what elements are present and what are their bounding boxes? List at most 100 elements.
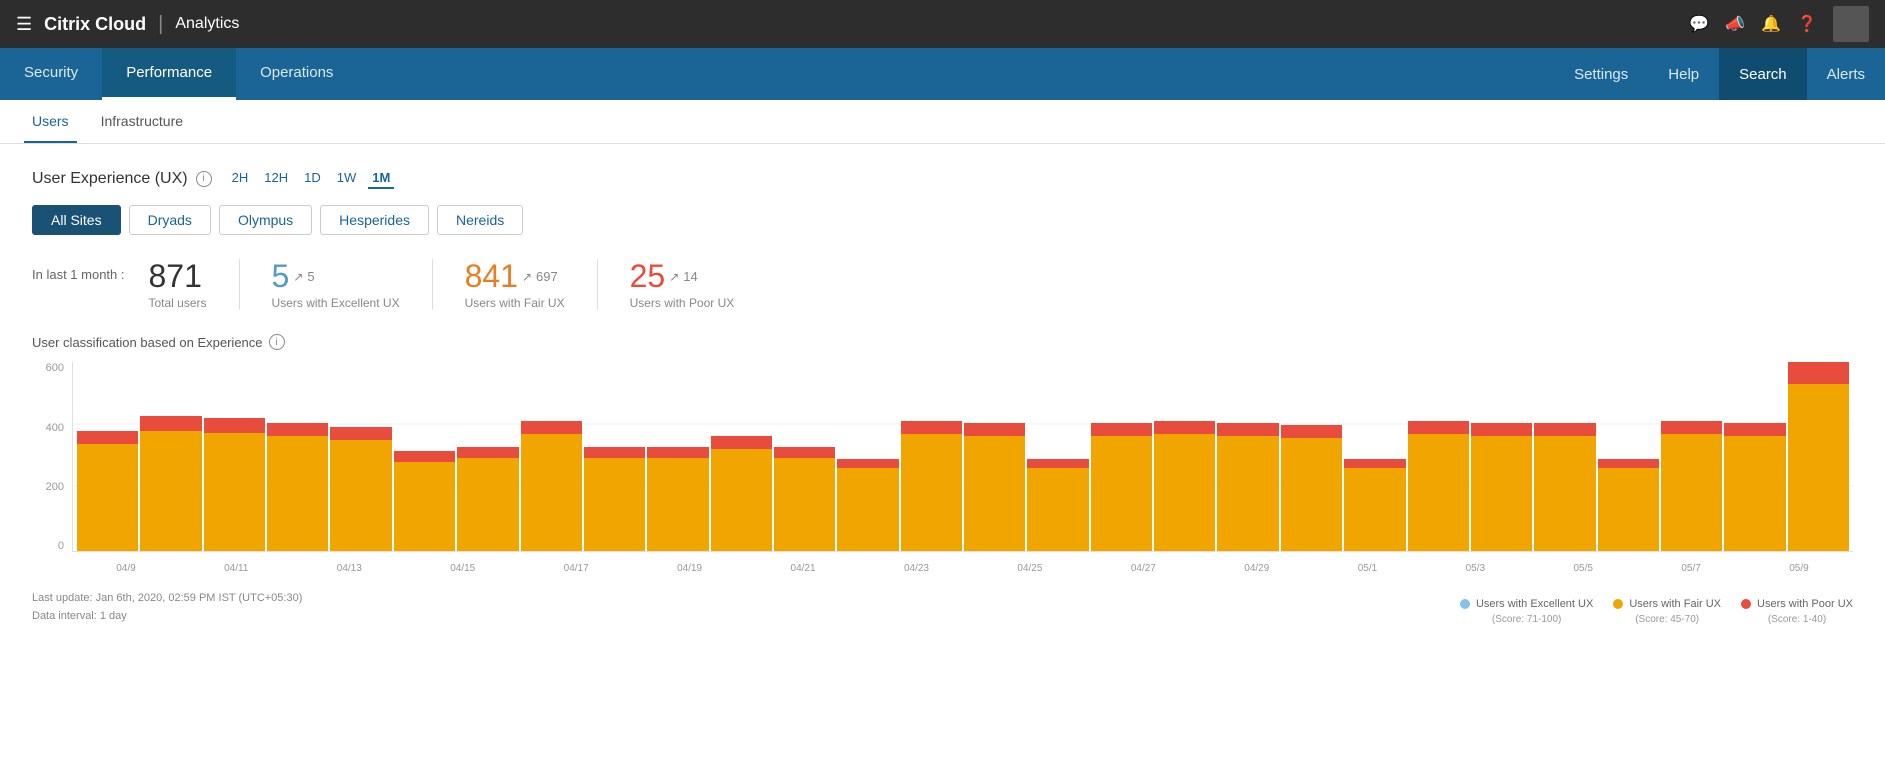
fair-label: Users with Fair UX	[465, 296, 565, 310]
bar-group-8	[584, 362, 645, 551]
legend: Users with Excellent UX (Score: 71-100) …	[1460, 598, 1853, 625]
help-icon[interactable]: ❓	[1797, 14, 1817, 34]
bar-group-23	[1534, 362, 1595, 551]
time-filter-12h[interactable]: 12H	[260, 168, 292, 189]
site-btn-olympus[interactable]: Olympus	[219, 205, 312, 235]
bell-icon[interactable]: 🔔	[1761, 14, 1781, 34]
time-filter-1m[interactable]: 1M	[368, 168, 394, 189]
top-bar: ☰ Citrix Cloud | Analytics 💬 📣 🔔 ❓	[0, 0, 1885, 48]
legend-excellent: Users with Excellent UX (Score: 71-100)	[1460, 598, 1593, 625]
y-label-400: 400	[46, 422, 64, 434]
bar-group-18	[1217, 362, 1278, 551]
legend-dot-poor	[1741, 599, 1751, 609]
poor-label: Users with Poor UX	[630, 296, 735, 310]
bar-group-13	[901, 362, 962, 551]
excellent-count: 5	[272, 259, 290, 294]
time-filter-1d[interactable]: 1D	[300, 168, 325, 189]
bar-group-15	[1027, 362, 1088, 551]
stat-excellent: 5 ↗ 5 Users with Excellent UX	[239, 259, 432, 310]
user-avatar[interactable]	[1833, 6, 1869, 42]
time-filter-2h[interactable]: 2H	[228, 168, 253, 189]
ux-title: User Experience (UX)	[32, 170, 188, 188]
update-info: Last update: Jan 6th, 2020, 02:59 PM IST…	[32, 590, 302, 625]
x-label-10: 04/29	[1244, 563, 1269, 574]
chat-icon[interactable]: 💬	[1689, 14, 1709, 34]
bar-group-11	[774, 362, 835, 551]
main-content: User Experience (UX) i 2H 12H 1D 1W 1M A…	[0, 144, 1885, 759]
bar-group-16	[1091, 362, 1152, 551]
x-label-11: 05/1	[1358, 563, 1377, 574]
site-btn-hesperides[interactable]: Hesperides	[320, 205, 429, 235]
bar-group-20	[1344, 362, 1405, 551]
y-label-0: 0	[58, 540, 64, 552]
excellent-arrow: ↗	[293, 270, 303, 284]
nav-item-security[interactable]: Security	[0, 48, 102, 100]
site-buttons: All Sites Dryads Olympus Hesperides Nere…	[32, 205, 1853, 235]
x-label-0: 04/9	[116, 563, 135, 574]
x-label-15: 05/9	[1789, 563, 1808, 574]
legend-dot-fair	[1613, 599, 1623, 609]
megaphone-icon[interactable]: 📣	[1725, 14, 1745, 34]
nav-item-operations[interactable]: Operations	[236, 48, 357, 100]
nav-search[interactable]: Search	[1719, 48, 1807, 100]
x-label-6: 04/21	[791, 563, 816, 574]
nav-alerts[interactable]: Alerts	[1807, 48, 1885, 100]
fair-change: 697	[536, 269, 558, 284]
nav-help[interactable]: Help	[1648, 48, 1719, 100]
poor-count: 25	[630, 259, 666, 294]
bar-group-19	[1281, 362, 1342, 551]
stat-fair: 841 ↗ 697 Users with Fair UX	[432, 259, 597, 310]
period-label: In last 1 month :	[32, 259, 125, 282]
bar-group-17	[1154, 362, 1215, 551]
chart-info-icon[interactable]: i	[269, 334, 285, 350]
bar-group-24	[1598, 362, 1659, 551]
stat-poor: 25 ↗ 14 Users with Poor UX	[597, 259, 767, 310]
x-label-1: 04/11	[224, 563, 248, 574]
nav-settings[interactable]: Settings	[1554, 48, 1648, 100]
header-divider: |	[158, 13, 163, 36]
total-users-count: 871	[149, 259, 202, 294]
nav-bar: Security Performance Operations Settings…	[0, 48, 1885, 100]
excellent-label: Users with Excellent UX	[272, 296, 400, 310]
x-label-14: 05/7	[1681, 563, 1700, 574]
total-users-label: Total users	[149, 296, 207, 310]
bar-group-10	[711, 362, 772, 551]
chart-section: User classification based on Experience …	[32, 334, 1853, 625]
logo-area: Citrix Cloud | Analytics	[44, 13, 239, 36]
site-btn-dryads[interactable]: Dryads	[129, 205, 211, 235]
bar-group-6	[457, 362, 518, 551]
legend-dot-excellent	[1460, 599, 1470, 609]
chart-title: User classification based on Experience …	[32, 334, 1853, 350]
subnav-infrastructure[interactable]: Infrastructure	[93, 100, 191, 143]
hamburger-menu[interactable]: ☰	[16, 14, 32, 35]
x-label-13: 05/5	[1573, 563, 1592, 574]
top-bar-left: ☰ Citrix Cloud | Analytics	[16, 13, 239, 36]
chart-footer: Last update: Jan 6th, 2020, 02:59 PM IST…	[32, 590, 1853, 625]
bar-group-5	[394, 362, 455, 551]
y-label-200: 200	[46, 481, 64, 493]
nav-left: Security Performance Operations	[0, 48, 357, 100]
x-label-3: 04/15	[450, 563, 475, 574]
nav-item-performance[interactable]: Performance	[102, 48, 236, 100]
chart-bars	[72, 362, 1853, 552]
stat-total: 871 Total users	[149, 259, 239, 310]
legend-poor: Users with Poor UX (Score: 1-40)	[1741, 598, 1853, 625]
x-label-9: 04/27	[1131, 563, 1156, 574]
chart-container: 600 400 200 0 04/904/1104/1304/1504/1704…	[32, 362, 1853, 582]
bar-group-9	[647, 362, 708, 551]
nav-right: Settings Help Search Alerts	[1554, 48, 1885, 100]
bar-group-2	[204, 362, 265, 551]
time-filters: 2H 12H 1D 1W 1M	[228, 168, 395, 189]
bar-group-1	[140, 362, 201, 551]
site-btn-nereids[interactable]: Nereids	[437, 205, 523, 235]
bar-group-21	[1408, 362, 1469, 551]
poor-arrow: ↗	[669, 270, 679, 284]
subnav-users[interactable]: Users	[24, 100, 77, 143]
fair-count: 841	[465, 259, 518, 294]
bar-group-26	[1724, 362, 1785, 551]
chart-x-axis: 04/904/1104/1304/1504/1704/1904/2104/230…	[72, 554, 1853, 582]
x-label-8: 04/25	[1017, 563, 1042, 574]
time-filter-1w[interactable]: 1W	[333, 168, 361, 189]
ux-info-icon[interactable]: i	[196, 171, 212, 187]
site-btn-all[interactable]: All Sites	[32, 205, 121, 235]
